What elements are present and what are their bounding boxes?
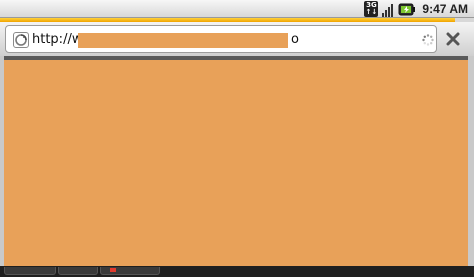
browser-title-bar: http://w o: [0, 22, 474, 56]
active-tab-marker: [110, 268, 116, 272]
page-right-edge: [468, 56, 474, 277]
3g-data-icon: 3G ↑↓: [364, 1, 379, 17]
battery-charging-icon: [398, 3, 416, 15]
redacted-url-segment: [78, 33, 288, 48]
url-text-suffix: o: [291, 32, 299, 47]
stop-loading-button[interactable]: [438, 25, 468, 53]
redacted-page-content: [4, 60, 468, 266]
bottom-tab-2[interactable]: [58, 267, 98, 275]
loading-spinner-icon: [422, 34, 434, 46]
bottom-tab-1[interactable]: [4, 267, 56, 275]
close-icon: [446, 32, 460, 46]
url-text-prefix: http://w: [32, 32, 83, 47]
bottom-tab-3[interactable]: [100, 267, 160, 275]
globe-page-icon: [13, 32, 29, 48]
url-field[interactable]: http://w o: [5, 25, 437, 53]
status-bar: 3G ↑↓ 9:47 AM: [0, 0, 474, 18]
status-clock: 9:47 AM: [422, 2, 468, 16]
status-icons: 3G ↑↓ 9:47 AM: [364, 1, 468, 17]
signal-strength-icon: [382, 3, 394, 17]
data-activity-arrows: ↑↓: [365, 8, 378, 16]
